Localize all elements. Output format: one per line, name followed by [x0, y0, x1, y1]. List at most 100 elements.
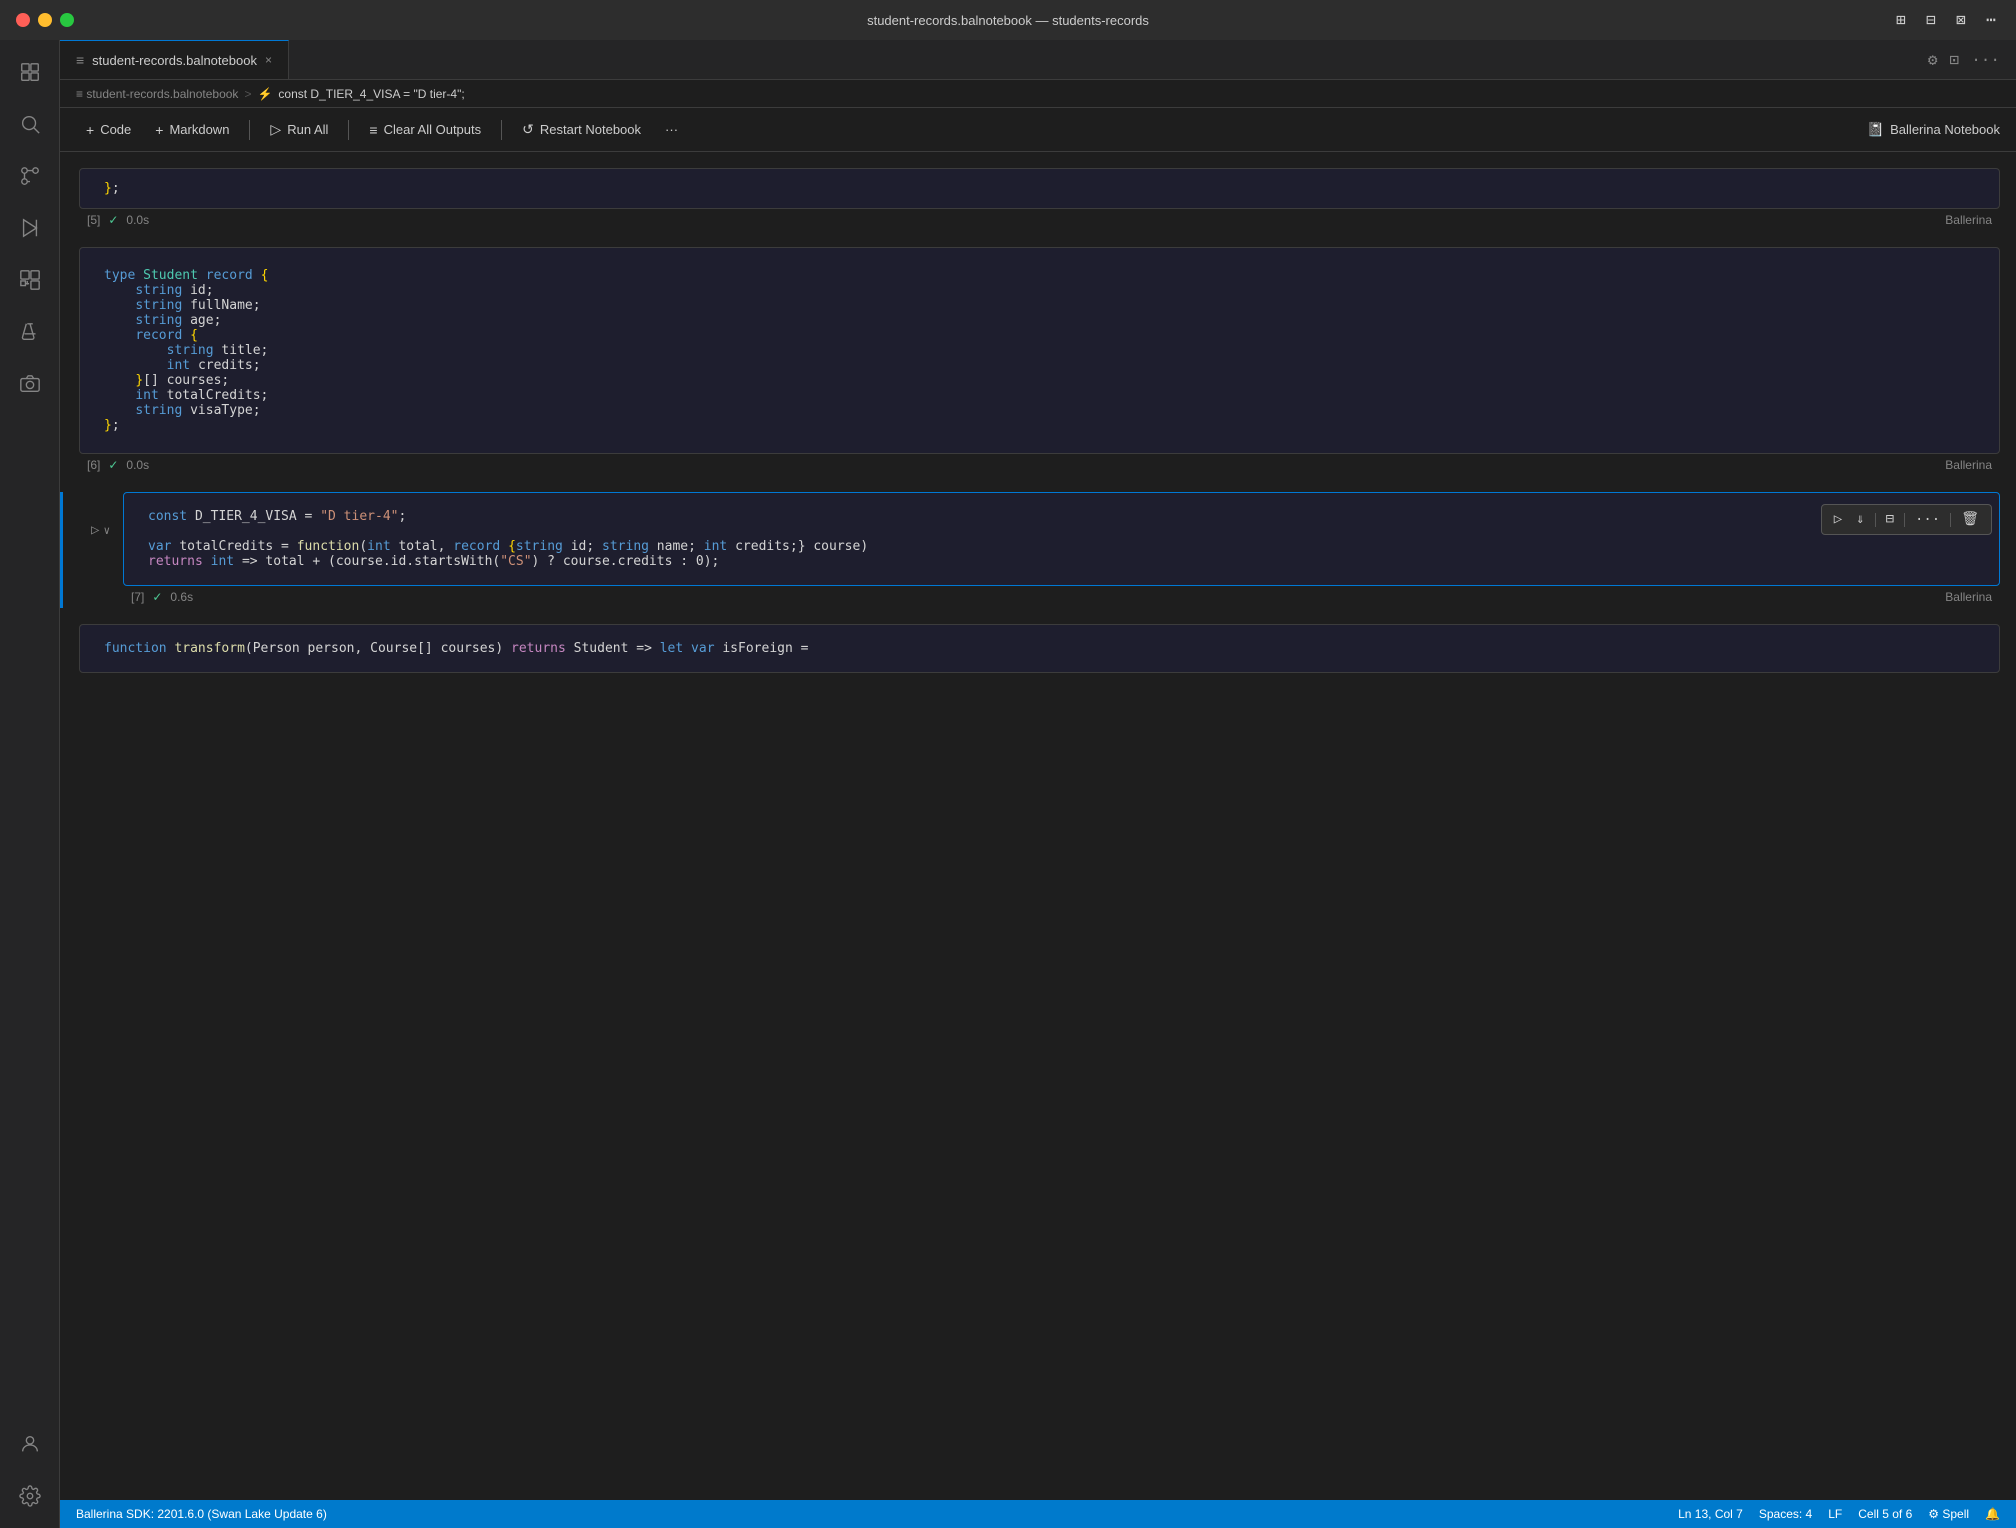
action-sep1	[1875, 513, 1876, 527]
plus-icon2: +	[155, 122, 163, 138]
settings-icon[interactable]: ⚙	[1928, 50, 1938, 70]
more-label: ···	[665, 122, 678, 137]
notebook-area[interactable]: }; [5] ✓ 0.0s Ballerina type Student rec…	[60, 152, 2016, 1500]
minimize-button[interactable]	[38, 13, 52, 27]
run-all-button[interactable]: ▷ Run All	[260, 117, 338, 142]
sidebar-item-run[interactable]	[6, 204, 54, 252]
layout-split-icon[interactable]: ⊡	[1950, 50, 1960, 70]
breadcrumb: ≡ student-records.balnotebook > ⚡ const …	[60, 80, 2016, 108]
cell-6-footer: [6] ✓ 0.0s Ballerina	[63, 454, 2016, 476]
more-actions-icon[interactable]: ···	[1971, 51, 2000, 69]
tab-file-icon: ≡	[76, 52, 84, 68]
line-ending: LF	[1828, 1507, 1842, 1521]
cell-7-time: 0.6s	[170, 590, 193, 604]
clear-icon: ≡	[369, 122, 377, 138]
cell-7-actions: ▷ ⇓ ⊟ ··· 🗑	[1821, 504, 1992, 535]
split-cell-button[interactable]: ⊟	[1882, 509, 1898, 530]
sidebar-item-extensions[interactable]	[6, 256, 54, 304]
close-button[interactable]	[16, 13, 30, 27]
engine-label: Ballerina Notebook	[1890, 122, 2000, 137]
run-all-icon: ▷	[270, 121, 281, 138]
title-actions: ⊞ ⊟ ⊠ ⋯	[1892, 11, 2000, 29]
more-toolbar-button[interactable]: ···	[655, 118, 688, 141]
toolbar-separator1	[249, 120, 250, 140]
window-title: student-records.balnotebook — students-r…	[867, 13, 1149, 28]
tab-name: student-records.balnotebook	[92, 53, 257, 68]
breadcrumb-symbol-icon: ⚡	[257, 87, 272, 101]
restart-icon: ↺	[522, 121, 534, 138]
sidebar-toggle-icon[interactable]: ⊞	[1892, 11, 1910, 29]
activity-bar	[0, 40, 60, 1528]
run-icon: ▷	[91, 522, 99, 539]
tab-close-button[interactable]: ×	[265, 53, 272, 67]
restart-notebook-button[interactable]: ↺ Restart Notebook	[512, 117, 651, 142]
cell-6-number: [6]	[87, 458, 100, 472]
sdk-version: Ballerina SDK: 2201.6.0 (Swan Lake Updat…	[76, 1507, 327, 1521]
restart-label: Restart Notebook	[540, 122, 641, 137]
cell-7-status: ✓	[152, 590, 162, 604]
cell-7-content: const D_TIER_4_VISA = "D tier-4"; var to…	[148, 509, 1975, 569]
cell-6: type Student record { string id; string …	[60, 247, 2016, 476]
add-markdown-button[interactable]: + Markdown	[145, 118, 239, 142]
notebook-toolbar: + Code + Markdown ▷ Run All ≡ Clear All …	[60, 108, 2016, 152]
cell-5-status: ✓	[108, 213, 118, 227]
cell-5-number: [5]	[87, 213, 100, 227]
status-left: Ballerina SDK: 2201.6.0 (Swan Lake Updat…	[76, 1507, 327, 1521]
run-chevron: ∨	[103, 524, 110, 538]
run-below-button[interactable]: ⇓	[1852, 509, 1868, 530]
cell-6-time: 0.0s	[126, 458, 149, 472]
cell-8: function transform(Person person, Course…	[60, 624, 2016, 673]
cell-7-run-area[interactable]: ▷ ∨	[91, 522, 110, 539]
panel-toggle-icon[interactable]: ⊟	[1922, 11, 1940, 29]
run-cell-button[interactable]: ▷	[1830, 509, 1846, 530]
cell-7-engine: Ballerina	[1945, 590, 1992, 604]
plus-icon: +	[86, 122, 94, 138]
cell-5-time: 0.0s	[126, 213, 149, 227]
sidebar-item-source-control[interactable]	[6, 152, 54, 200]
maximize-button[interactable]	[60, 13, 74, 27]
cell-8-content: function transform(Person person, Course…	[104, 641, 1975, 656]
sidebar-item-explorer[interactable]	[6, 48, 54, 96]
clear-outputs-label: Clear All Outputs	[384, 122, 482, 137]
notebook-icon: 📓	[1867, 121, 1884, 138]
breadcrumb-file: ≡ student-records.balnotebook	[76, 87, 238, 101]
traffic-lights	[16, 13, 74, 27]
more-cell-actions-button[interactable]: ···	[1911, 510, 1944, 530]
tab-student-records[interactable]: ≡ student-records.balnotebook ×	[60, 40, 289, 79]
action-sep2	[1904, 513, 1905, 527]
layout-icon[interactable]: ⊠	[1952, 11, 1970, 29]
cell-5-content: };	[104, 181, 1975, 196]
add-code-label: Code	[100, 122, 131, 137]
toolbar-separator3	[501, 120, 502, 140]
sidebar-item-settings[interactable]	[6, 1472, 54, 1520]
toolbar-right: 📓 Ballerina Notebook	[1867, 121, 2000, 138]
main-content: ≡ student-records.balnotebook × ⚙ ⊡ ··· …	[60, 40, 2016, 1528]
action-sep3	[1950, 513, 1951, 527]
breadcrumb-symbol: const D_TIER_4_VISA = "D tier-4";	[278, 87, 464, 101]
ln-col: Ln 13, Col 7	[1678, 1507, 1743, 1521]
sidebar-item-flask[interactable]	[6, 308, 54, 356]
cell-7: ▷ ⇓ ⊟ ··· 🗑 ▷ ∨ const D_TIER_4_VISA = "D…	[60, 492, 2016, 608]
status-bar: Ballerina SDK: 2201.6.0 (Swan Lake Updat…	[60, 1500, 2016, 1528]
cell-7-footer: [7] ✓ 0.6s Ballerina	[63, 586, 2016, 608]
sidebar-item-search[interactable]	[6, 100, 54, 148]
cell-6-engine: Ballerina	[1945, 458, 1992, 472]
tab-bar: ≡ student-records.balnotebook × ⚙ ⊡ ···	[60, 40, 2016, 80]
sidebar-item-account[interactable]	[6, 1420, 54, 1468]
cell-6-content: type Student record { string id; string …	[104, 268, 1975, 433]
sidebar-item-camera[interactable]	[6, 360, 54, 408]
add-code-button[interactable]: + Code	[76, 118, 141, 142]
cell-6-status: ✓	[108, 458, 118, 472]
clear-outputs-button[interactable]: ≡ Clear All Outputs	[359, 118, 491, 142]
cell-7-number: [7]	[131, 590, 144, 604]
breadcrumb-sep1: >	[244, 87, 251, 101]
spaces: Spaces: 4	[1759, 1507, 1812, 1521]
more-icon[interactable]: ⋯	[1982, 11, 2000, 29]
run-all-label: Run All	[287, 122, 328, 137]
tab-right-actions: ⚙ ⊡ ···	[1928, 40, 2016, 79]
app-layout: ≡ student-records.balnotebook × ⚙ ⊡ ··· …	[0, 40, 2016, 1528]
add-markdown-label: Markdown	[169, 122, 229, 137]
spell-check: ⚙ Spell	[1928, 1507, 1969, 1521]
cell-5-footer: [5] ✓ 0.0s Ballerina	[63, 209, 2016, 231]
delete-cell-button[interactable]: 🗑	[1957, 509, 1983, 530]
